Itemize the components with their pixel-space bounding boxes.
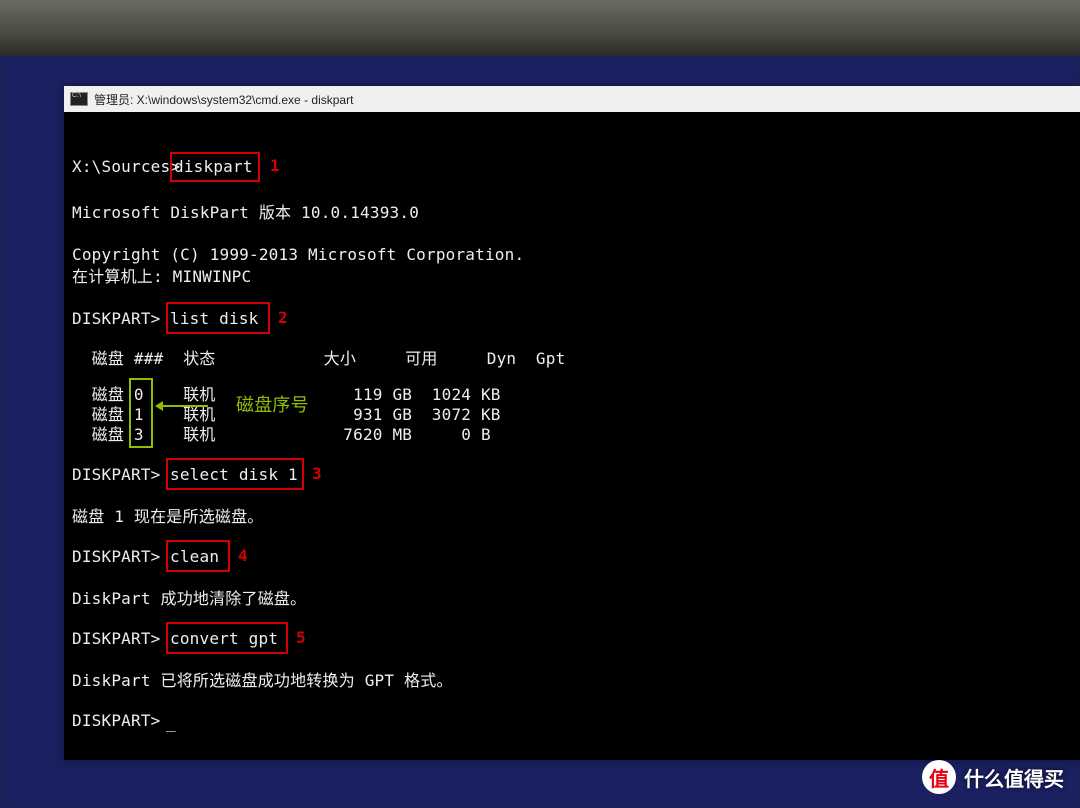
window-titlebar[interactable]: 管理员: X:\windows\system32\cmd.exe - diskp…: [64, 86, 1080, 112]
watermark: 值 什么值得买: [922, 760, 1064, 794]
prompt-diskpart-3: DISKPART>: [72, 464, 170, 486]
prompt-diskpart-end: DISKPART>: [72, 710, 170, 732]
copyright-line: Copyright (C) 1999-2013 Microsoft Corpor…: [72, 244, 524, 266]
result-convert: DiskPart 已将所选磁盘成功地转换为 GPT 格式。: [72, 670, 453, 692]
monitor-bezel: [0, 0, 1080, 56]
result-clean: DiskPart 成功地清除了磁盘。: [72, 588, 306, 610]
watermark-badge-icon: 值: [922, 760, 956, 794]
annotation-arrow: [158, 405, 208, 407]
annotation-step-1: 1: [270, 155, 280, 177]
cmd-window: 管理员: X:\windows\system32\cmd.exe - diskp…: [64, 86, 1080, 760]
annotation-step-3: 3: [312, 463, 322, 485]
prompt-sources: X:\Sources>: [72, 156, 180, 178]
terminal-body[interactable]: X:\Sources> diskpart Microsoft DiskPart …: [64, 112, 1080, 760]
cmd-clean: clean: [170, 546, 219, 568]
result-select: 磁盘 1 现在是所选磁盘。: [72, 506, 264, 528]
prompt-diskpart-5: DISKPART>: [72, 628, 170, 650]
watermark-badge-text: 值: [929, 763, 949, 792]
prompt-diskpart-2: DISKPART>: [72, 308, 170, 330]
annotation-step-5: 5: [296, 627, 306, 649]
table-row-2: 磁盘 3 联机 7620 MB 0 B: [72, 424, 491, 446]
cmd-convert-gpt: convert gpt: [170, 628, 278, 650]
watermark-text: 什么值得买: [964, 763, 1064, 792]
cmd-list-disk: list disk: [170, 308, 259, 330]
cmd-diskpart: diskpart: [174, 156, 253, 178]
prompt-diskpart-4: DISKPART>: [72, 546, 170, 568]
cmd-select-disk: select disk 1: [170, 464, 298, 486]
annotation-step-4: 4: [238, 545, 248, 567]
computer-line: 在计算机上: MINWINPC: [72, 266, 251, 288]
version-line: Microsoft DiskPart 版本 10.0.14393.0: [72, 202, 419, 224]
window-title: 管理员: X:\windows\system32\cmd.exe - diskp…: [94, 91, 353, 108]
annotation-disk-number-label: 磁盘序号: [236, 395, 309, 417]
annotation-step-2: 2: [278, 307, 288, 329]
cursor: _: [166, 712, 176, 734]
cmd-icon: [70, 92, 88, 106]
table-header: 磁盘 ### 状态 大小 可用 Dyn Gpt: [72, 348, 565, 370]
